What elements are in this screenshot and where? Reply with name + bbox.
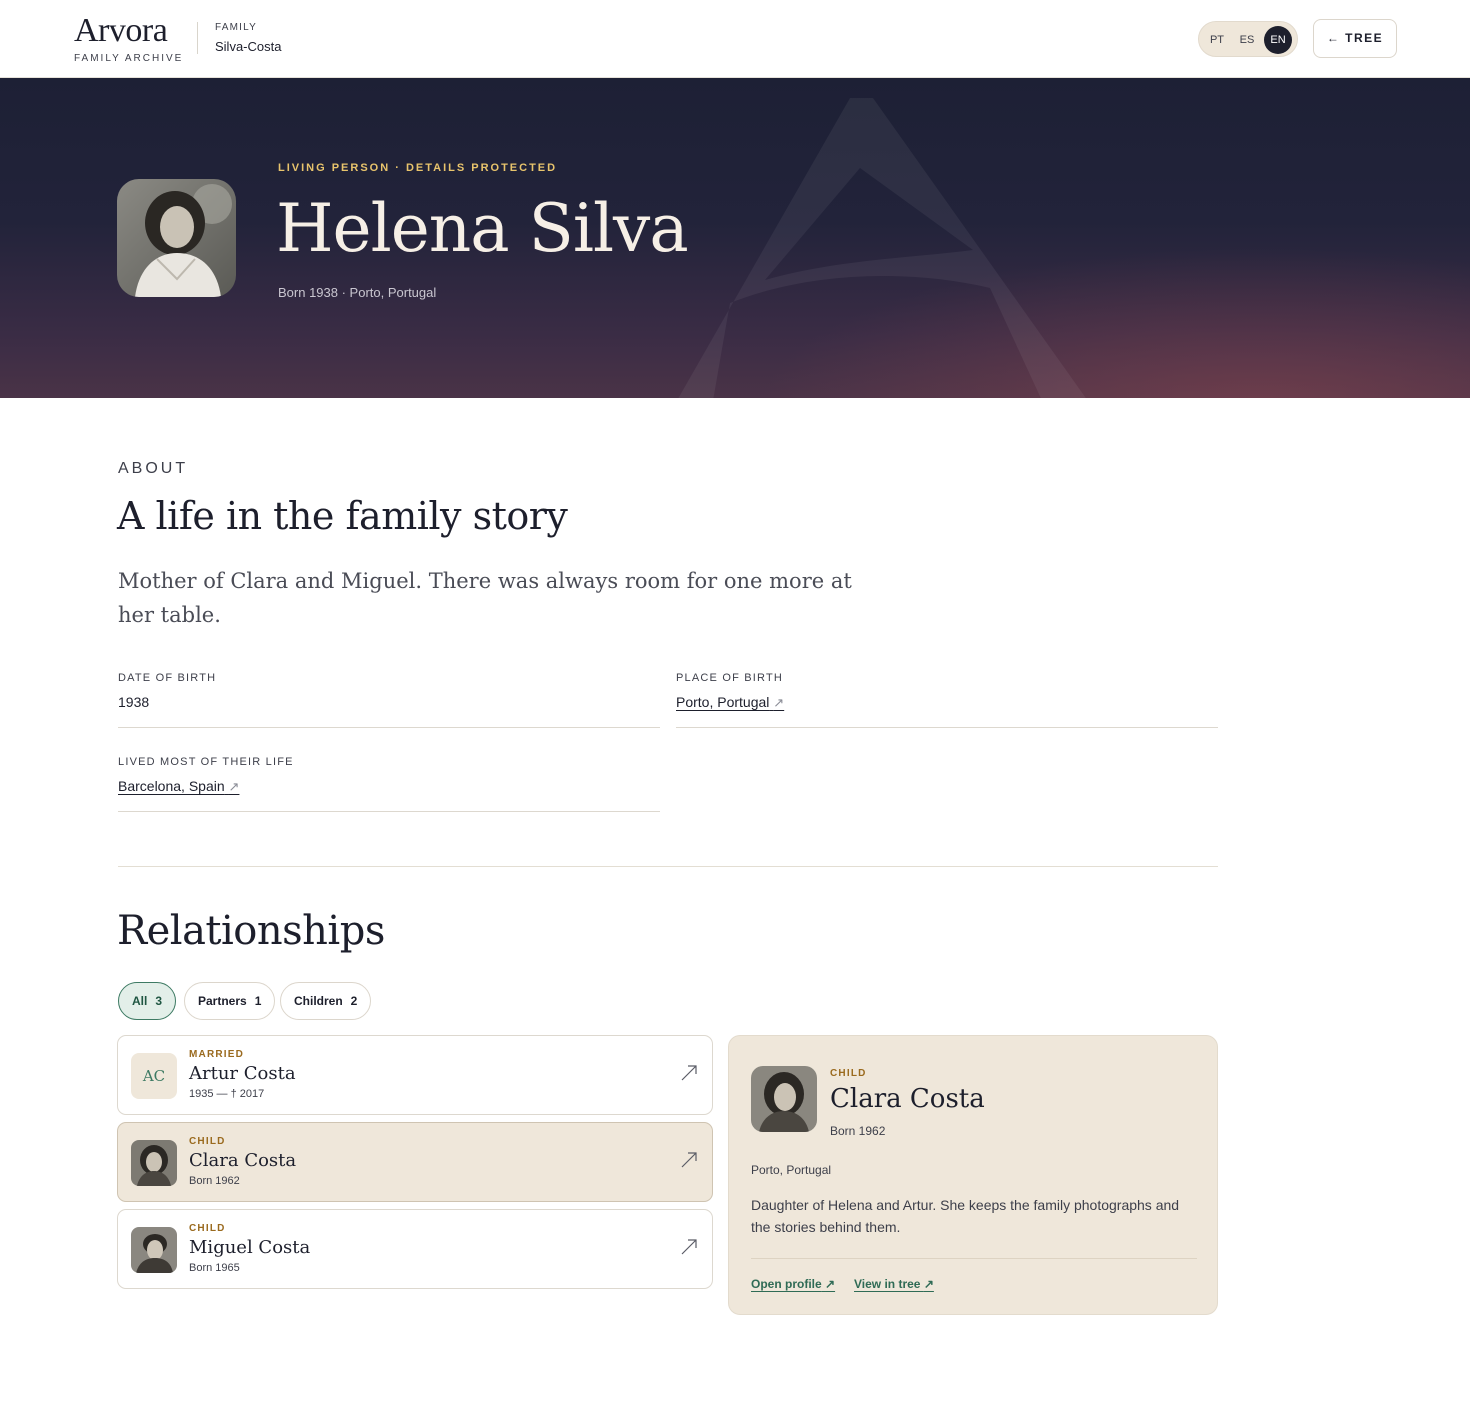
relationship-card-clara[interactable]: CHILD Clara Costa Born 1962	[117, 1122, 713, 1202]
person-photo-icon	[751, 1066, 817, 1132]
relationship-dates: Born 1962	[189, 1175, 240, 1187]
filter-label: Children	[294, 994, 343, 1008]
person-name: Helena Silva	[276, 190, 689, 267]
relationship-card-artur[interactable]: AC MARRIED Artur Costa 1935 — † 2017	[117, 1035, 713, 1115]
field-lived-most: LIVED MOST OF THEIR LIFE Barcelona, Spai…	[118, 756, 660, 812]
brand-name: Arvora	[74, 12, 168, 49]
person-meta: Born 1938 · Porto, Portugal	[278, 285, 437, 300]
field-label: LIVED MOST OF THEIR LIFE	[118, 756, 294, 768]
family-name: Silva-Costa	[215, 39, 282, 54]
relationships-title: Relationships	[117, 908, 385, 954]
avatar-photo	[131, 1140, 177, 1186]
language-switcher: PT ES EN	[1198, 21, 1298, 57]
relationship-name: Clara Costa	[189, 1150, 297, 1171]
relationship-name: Miguel Costa	[189, 1237, 311, 1258]
detail-divider	[751, 1258, 1197, 1259]
open-profile-link[interactable]: Open profile ↗	[751, 1277, 835, 1291]
detail-name: Clara Costa	[830, 1084, 985, 1114]
view-in-tree-link[interactable]: View in tree ↗	[854, 1277, 934, 1291]
relationship-dates: Born 1965	[189, 1262, 240, 1274]
lang-en-button[interactable]: EN	[1264, 26, 1292, 54]
brand-subtitle: FAMILY ARCHIVE	[74, 53, 184, 64]
relationship-kind: CHILD	[189, 1223, 226, 1234]
brand-logo[interactable]: Arvora FAMILY ARCHIVE	[74, 12, 184, 65]
external-arrow-icon: ↗	[825, 1277, 836, 1291]
field-place-of-birth: PLACE OF BIRTH Porto, Portugal ↗	[676, 672, 1218, 728]
avatar-initials: AC	[131, 1053, 177, 1099]
open-arrow-icon[interactable]	[680, 1238, 698, 1256]
filter-count: 1	[254, 994, 262, 1008]
portrait-photo-icon	[117, 179, 236, 297]
open-profile-label: Open profile	[751, 1277, 822, 1291]
place-of-birth-link[interactable]: Porto, Portugal ↗	[676, 694, 784, 710]
back-to-tree-button[interactable]: ← TREE	[1313, 19, 1397, 58]
family-label: FAMILY	[215, 22, 258, 33]
top-bar: Arvora FAMILY ARCHIVE FAMILY Silva-Costa…	[0, 0, 1470, 78]
place-of-birth-text: Porto, Portugal	[676, 694, 770, 710]
about-kicker: ABOUT	[118, 460, 189, 477]
lived-most-text: Barcelona, Spain	[118, 778, 225, 794]
detail-photo	[751, 1066, 817, 1132]
person-photo-icon	[131, 1227, 177, 1273]
header-divider	[197, 22, 198, 54]
about-text: Mother of Clara and Miguel. There was al…	[118, 569, 852, 627]
person-photo-icon	[131, 1140, 177, 1186]
detail-born: Born 1962	[830, 1124, 886, 1138]
section-divider	[118, 866, 1218, 867]
relationship-dates: 1935 — † 2017	[189, 1088, 265, 1100]
field-value: 1938	[118, 694, 150, 710]
field-date-of-birth: DATE OF BIRTH 1938	[118, 672, 660, 728]
filter-all-chip[interactable]: All 3	[118, 982, 177, 1020]
filter-label: Partners	[198, 994, 247, 1008]
open-arrow-icon[interactable]	[680, 1064, 698, 1082]
family-indicator: FAMILY Silva-Costa	[215, 22, 281, 54]
relationship-kind: MARRIED	[189, 1049, 245, 1060]
detail-place: Porto, Portugal	[751, 1163, 832, 1177]
lang-es-button[interactable]: ES	[1233, 26, 1261, 54]
view-in-tree-label: View in tree	[854, 1277, 921, 1291]
filter-label: All	[132, 994, 148, 1008]
filter-children-chip[interactable]: Children 2	[280, 982, 372, 1020]
lived-most-link[interactable]: Barcelona, Spain ↗	[118, 778, 239, 794]
field-value-row: Barcelona, Spain ↗	[118, 778, 660, 795]
external-arrow-icon: ↗	[773, 695, 785, 710]
relationship-card-miguel[interactable]: CHILD Miguel Costa Born 1965	[117, 1209, 713, 1289]
external-arrow-icon: ↗	[228, 779, 240, 794]
relationship-kind: CHILD	[189, 1136, 226, 1147]
decorative-letter-a	[678, 98, 1086, 398]
relationship-detail-panel: CHILD Clara Costa Born 1962 Porto, Portu…	[728, 1035, 1218, 1315]
relationship-name: Artur Costa	[189, 1063, 296, 1084]
detail-description: Daughter of Helena and Artur. She keeps …	[751, 1197, 1180, 1235]
open-arrow-icon[interactable]	[680, 1151, 698, 1169]
privacy-kicker: LIVING PERSON · DETAILS PROTECTED	[278, 162, 558, 174]
hero-banner: LIVING PERSON · DETAILS PROTECTED Helena…	[0, 78, 1470, 398]
filter-partners-chip[interactable]: Partners 1	[184, 982, 276, 1020]
field-value-row: Porto, Portugal ↗	[676, 694, 1218, 711]
field-label: DATE OF BIRTH	[118, 672, 217, 684]
filter-count: 2	[350, 994, 358, 1008]
person-portrait	[117, 179, 236, 297]
detail-kind: CHILD	[830, 1068, 867, 1079]
avatar-photo	[131, 1227, 177, 1273]
filter-count: 3	[155, 994, 163, 1008]
external-arrow-icon: ↗	[923, 1277, 934, 1291]
lang-pt-button[interactable]: PT	[1203, 26, 1231, 54]
field-label: PLACE OF BIRTH	[676, 672, 784, 684]
about-title: A life in the family story	[117, 494, 568, 538]
